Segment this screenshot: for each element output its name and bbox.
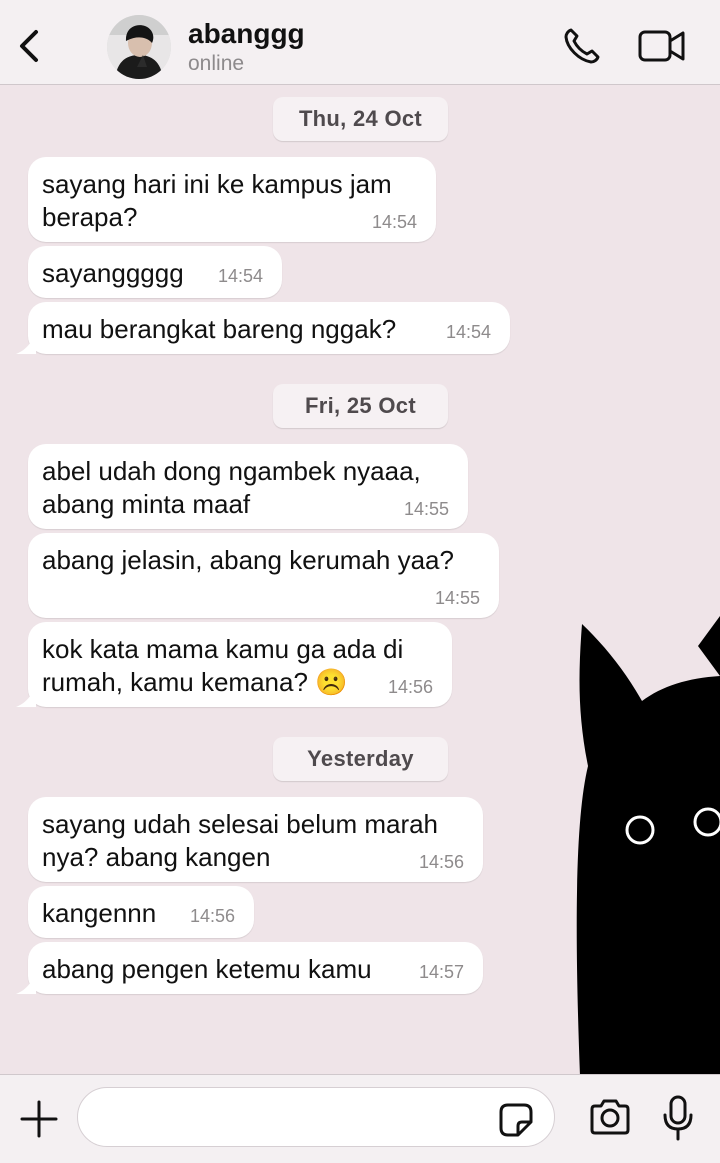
message-time: 14:54 xyxy=(371,212,417,232)
attach-button[interactable] xyxy=(19,1099,59,1139)
message-bubble[interactable]: abang pengen ketemu kamu 14:57 xyxy=(16,942,483,994)
message-time: 14:55 xyxy=(434,588,480,608)
date-separator: Thu, 24 Oct xyxy=(273,97,448,141)
cat-wallpaper-image xyxy=(576,616,720,1074)
message-text: abel udah dong ngambek nyaaa, abang mint… xyxy=(42,456,421,519)
microphone-icon xyxy=(663,1095,693,1141)
message-text: kangennn xyxy=(42,898,157,928)
camera-button[interactable] xyxy=(588,1097,632,1137)
voice-call-button[interactable] xyxy=(562,26,602,66)
back-button[interactable] xyxy=(12,26,44,66)
avatar-image xyxy=(107,15,171,79)
contact-status: online xyxy=(188,52,245,75)
message-bubble[interactable]: abang jelasin, abang kerumah yaa? 14:55 xyxy=(28,533,499,618)
message-text: kok kata mama kamu ga ada di rumah, kamu… xyxy=(42,634,404,697)
message-time: 14:54 xyxy=(217,266,263,286)
message-bubble[interactable]: sayang hari ini ke kampus jam berapa? 14… xyxy=(28,157,436,242)
message-text: abang jelasin, abang kerumah yaa? xyxy=(42,545,454,575)
message-time: 14:56 xyxy=(189,906,235,926)
message-text: sayanggggg xyxy=(42,258,184,288)
message-bubble[interactable]: sayanggggg 14:54 xyxy=(28,246,282,298)
message-text: mau berangkat bareng nggak? xyxy=(42,314,397,344)
message-time: 14:56 xyxy=(418,852,464,872)
message-bubble[interactable]: mau berangkat bareng nggak? 14:54 xyxy=(16,302,510,354)
message-time: 14:57 xyxy=(418,962,464,982)
sticker-button[interactable] xyxy=(498,1102,534,1138)
message-time: 14:55 xyxy=(403,499,449,519)
date-separator: Fri, 25 Oct xyxy=(273,384,448,428)
message-input-box[interactable] xyxy=(77,1087,555,1147)
date-separator: Yesterday xyxy=(273,737,448,781)
message-bubble[interactable]: abel udah dong ngambek nyaaa, abang mint… xyxy=(28,444,468,529)
sticker-icon xyxy=(499,1103,533,1137)
bubble-tail xyxy=(16,974,36,994)
message-text: sayang udah selesai belum marah nya? aba… xyxy=(42,809,439,872)
bubble-tail xyxy=(16,334,36,354)
chat-header: abanggg online xyxy=(0,0,720,85)
message-bubble[interactable]: kok kata mama kamu ga ada di rumah, kamu… xyxy=(16,622,452,707)
plus-icon xyxy=(20,1100,58,1138)
phone-icon xyxy=(564,28,600,64)
chat-area[interactable]: Thu, 24 Oct sayang hari ini ke kampus ja… xyxy=(0,86,720,1074)
camera-icon xyxy=(590,1099,630,1135)
message-text: abang pengen ketemu kamu xyxy=(42,954,372,984)
message-time: 14:54 xyxy=(445,322,491,342)
message-bubble[interactable]: kangennn 14:56 xyxy=(28,886,254,938)
chevron-left-icon xyxy=(20,30,38,62)
bubble-tail xyxy=(16,687,36,707)
message-time: 14:56 xyxy=(387,677,433,697)
composer-bar xyxy=(0,1074,720,1163)
video-call-button[interactable] xyxy=(638,28,686,64)
message-input[interactable] xyxy=(98,1098,498,1138)
video-camera-icon xyxy=(638,30,685,62)
contact-name[interactable]: abanggg xyxy=(188,18,305,50)
microphone-button[interactable] xyxy=(662,1095,694,1141)
message-bubble[interactable]: sayang udah selesai belum marah nya? aba… xyxy=(28,797,483,882)
message-text: sayang hari ini ke kampus jam berapa? xyxy=(42,169,392,232)
avatar[interactable] xyxy=(107,15,171,79)
